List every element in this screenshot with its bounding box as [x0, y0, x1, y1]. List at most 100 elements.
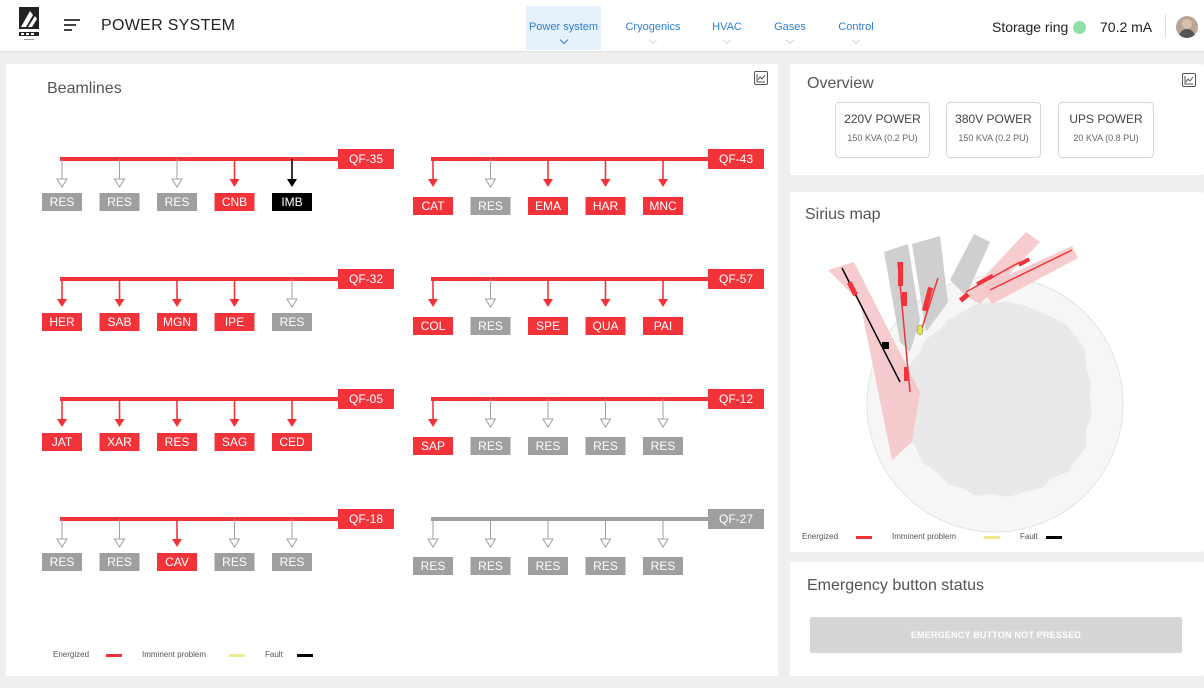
sirius-map-title: Sirius map — [805, 206, 881, 223]
arrow-down-icon — [599, 538, 612, 548]
power-card-380v[interactable]: 380V POWER 150 KVA (0.2 PU) — [946, 102, 1041, 158]
arrow-down-icon — [57, 299, 67, 307]
sirius-map-diagram — [828, 232, 1124, 533]
chevron-down-icon — [722, 35, 732, 45]
arrow-down-icon — [484, 298, 497, 308]
arrow-down-icon — [484, 418, 497, 428]
load-label: RES — [593, 559, 618, 573]
load-label: RES — [280, 555, 305, 569]
power-card-subtitle: 20 KVA (0.8 PU) — [1073, 133, 1139, 143]
load-label: SPE — [536, 319, 560, 333]
legend-fault-swatch — [1046, 536, 1062, 539]
legend-fault-swatch — [297, 654, 313, 657]
arrow-down-icon — [657, 418, 669, 428]
tab-label: Cryogenics — [625, 21, 681, 33]
legend-fault-label: Fault — [1020, 532, 1038, 541]
hutch-energized — [904, 367, 908, 381]
hutch-energized — [902, 292, 907, 306]
load-label: HAR — [593, 199, 619, 213]
arrow-down-icon — [56, 178, 68, 188]
user-avatar[interactable] — [1176, 16, 1198, 38]
load-label: RES — [478, 439, 503, 453]
arrow-down-icon — [172, 539, 182, 547]
tab-hvac[interactable]: HVAC — [704, 6, 750, 50]
power-card-subtitle: 150 KVA (0.2 PU) — [847, 133, 918, 143]
overview-panel: Overview 220V POWER 150 KVA (0.2 PU) 380… — [790, 64, 1204, 175]
breaker-label: QF-32 — [349, 272, 383, 286]
load-label: RES — [478, 199, 503, 213]
legend-imminent-label: Imminent problem — [892, 532, 957, 541]
arrow-down-icon — [428, 299, 438, 307]
top-bar: POWER SYSTEM Power system Cryogenics HVA… — [0, 0, 1204, 52]
arrow-down-icon — [543, 299, 553, 307]
load-label: JAT — [52, 435, 73, 449]
tab-gases[interactable]: Gases — [768, 6, 812, 50]
chart-icon[interactable] — [1182, 73, 1196, 87]
load-label: RES — [107, 195, 132, 209]
emergency-title: Emergency button status — [807, 577, 984, 594]
overview-title: Overview — [807, 75, 874, 92]
load-label: SAG — [222, 435, 247, 449]
chevron-down-icon — [851, 35, 861, 45]
load-label: RES — [536, 559, 561, 573]
arrow-down-icon — [114, 419, 125, 427]
load-label: CNB — [222, 195, 247, 209]
load-label: RES — [651, 559, 676, 573]
header-divider — [1165, 14, 1166, 38]
chevron-down-icon — [785, 35, 795, 45]
hamburger-menu-icon[interactable] — [64, 19, 80, 33]
arrow-down-icon — [600, 179, 611, 187]
breaker-label: QF-35 — [349, 152, 383, 166]
load-label: RES — [478, 559, 503, 573]
load-label: PAI — [654, 319, 672, 333]
storage-ring-current: 70.2 mA — [1100, 19, 1153, 35]
tab-cryogenics[interactable]: Cryogenics — [620, 6, 686, 50]
arrow-down-icon — [172, 419, 182, 427]
load-label: RES — [421, 559, 446, 573]
breaker-label: QF-57 — [719, 272, 753, 286]
load-label: RES — [478, 319, 503, 333]
arrow-down-icon — [428, 179, 438, 187]
chevron-down-icon — [648, 35, 658, 45]
sirius-map-legend: Energized Imminent problem Fault — [802, 532, 1102, 544]
arrow-down-icon — [287, 419, 297, 427]
arrow-down-icon — [114, 299, 125, 307]
load-label: CAV — [165, 555, 189, 569]
legend-fault-label: Fault — [265, 650, 283, 659]
hutch-energized — [898, 262, 903, 286]
legend-energized-label: Energized — [802, 532, 839, 541]
arrow-down-icon — [113, 178, 126, 188]
storage-ring-status-indicator — [1073, 21, 1086, 34]
power-card-title: 380V POWER — [955, 112, 1032, 126]
load-label: MNC — [649, 199, 677, 213]
legend-imminent-label: Imminent problem — [142, 650, 207, 659]
arrow-down-icon — [427, 538, 439, 548]
arrow-down-icon — [658, 179, 668, 187]
breaker-label: QF-12 — [719, 392, 753, 406]
power-card-subtitle: 150 KVA (0.2 PU) — [958, 133, 1029, 143]
load-label: RES — [536, 439, 561, 453]
beamlines-diagram: QF-35 RES RES RES CNB IMB QF-43 CAT RES EMA HAR MNC… — [42, 149, 764, 575]
load-label: SAB — [107, 315, 131, 329]
breaker-label: QF-43 — [719, 152, 753, 166]
power-card-220v[interactable]: 220V POWER 150 KVA (0.2 PU) — [835, 102, 930, 158]
load-label: HER — [49, 315, 75, 329]
arrow-down-icon — [229, 179, 240, 187]
arrow-down-icon — [542, 418, 554, 428]
arrow-down-icon — [286, 298, 298, 308]
arrow-down-icon — [599, 418, 612, 428]
storage-ring-label: Storage ring — [992, 19, 1069, 35]
arrow-down-icon — [228, 538, 241, 548]
arrow-down-icon — [287, 179, 297, 187]
tab-control[interactable]: Control — [830, 6, 882, 50]
load-label: RES — [50, 195, 75, 209]
tab-power-system[interactable]: Power system — [526, 6, 601, 50]
load-label: RES — [222, 555, 247, 569]
page-title: POWER SYSTEM — [101, 17, 236, 34]
power-card-ups[interactable]: UPS POWER 20 KVA (0.8 PU) — [1058, 102, 1154, 158]
emergency-status-button[interactable]: EMERGENCY BUTTON NOT PRESSED — [810, 617, 1182, 653]
arrow-down-icon — [542, 538, 554, 548]
arrow-down-icon — [172, 299, 182, 307]
breaker-label: QF-05 — [349, 392, 383, 406]
load-label: RES — [651, 439, 676, 453]
